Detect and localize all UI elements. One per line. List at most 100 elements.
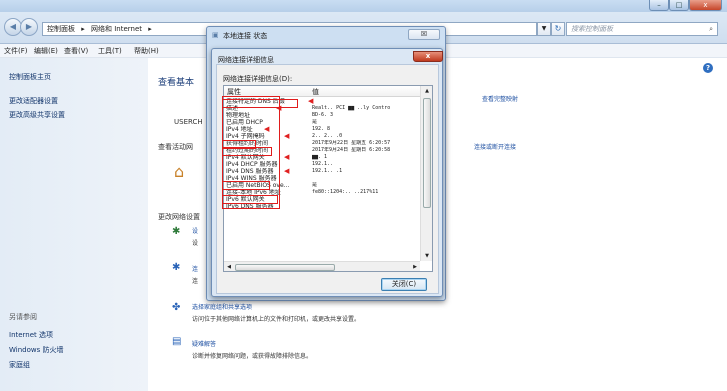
setup-connection-desc: 设 [192,240,199,247]
address-dropdown-button[interactable]: ▼ [537,22,551,36]
refresh-button[interactable]: ↻ [551,22,565,36]
sidebar-link-home[interactable]: 控制面板主页 [9,72,51,82]
see-also-title: 另请参阅 [9,313,37,321]
network-details-dialog: 网络连接详细信息 x 网络连接详细信息(D): 属性 值 连接特定的 DNS 后… [211,48,443,297]
table-row[interactable]: 租约过期的时间 2017年9月24日 星期日 6:20:58 [224,147,420,154]
connect-disconnect-link[interactable]: 连接或断开连接 [474,142,516,151]
homegroup-sharing-link[interactable]: 选择家庭组和共享选项 [192,302,252,311]
details-list[interactable]: 属性 值 连接特定的 DNS 后缀 ◀ 描述 Realt.. PCI ▆▆ ..ly … [223,85,433,272]
status-dialog-close-button[interactable]: ☒ [408,29,440,40]
computer-name: USERCH [174,118,203,126]
maximize-button[interactable]: □ [669,0,689,11]
callout-arrow-icon: ◀ [276,104,282,112]
table-row[interactable]: 连接-本地 IPv6 地址 fe80::1204:.. ..217%11 [224,189,420,196]
table-row[interactable]: 已启用 DHCP 是 [224,119,420,126]
table-row[interactable]: IPv4 WINS 服务器 [224,175,420,182]
row-property: 连接-本地 IPv6 地址 [226,189,281,196]
chevron-down-icon: ▼ [541,25,547,32]
row-value: 2017年9月24日 星期日 6:20:58 [312,147,391,153]
row-value: 是 [312,182,318,188]
sidebar-link-internet-options[interactable]: Internet 选项 [9,330,53,340]
network-adapter-icon: ▣ [212,31,219,39]
sidebar: 控制面板主页 更改适配器设置 更改高级共享设置 另请参阅 Internet 选项… [0,58,148,391]
scroll-left-icon[interactable]: ◀ [224,262,234,271]
search-icon[interactable]: ⌕ [709,23,713,35]
details-dialog-body: 网络连接详细信息(D): 属性 值 连接特定的 DNS 后缀 ◀ 描述 Realt..… [216,64,439,294]
homegroup-sharing-desc: 访问位于其他网络计算机上的文件和打印机，或更改共享设置。 [192,316,361,323]
vertical-scroll-thumb[interactable] [423,98,431,208]
title-bar[interactable]: – □ x [0,0,727,12]
breadcrumb-separator-icon[interactable]: ▸ [148,25,152,33]
homegroup-icon: ✤ [172,302,181,313]
menu-tools[interactable]: 工具(T) [98,46,122,56]
menu-file[interactable]: 文件(F) [4,46,28,56]
connect-network-link[interactable]: 连 [192,264,198,273]
breadcrumb-network-internet[interactable]: 网络和 Internet [91,25,142,33]
troubleshoot-icon: ▤ [172,336,182,347]
menu-help[interactable]: 帮助(H) [134,46,159,56]
table-row[interactable]: IPv4 子网掩码 2.. 2.. .0 ◀ [224,132,420,141]
search-placeholder: 搜索控制面板 [571,25,613,33]
table-row[interactable]: 连接特定的 DNS 后缀 ◀ [224,97,420,106]
details-list-label: 网络连接详细信息(D): [223,75,293,83]
row-property: IPv6 默认网关 [226,196,265,203]
sidebar-link-advanced-sharing[interactable]: 更改高级共享设置 [9,110,65,120]
troubleshoot-link[interactable]: 疑难解答 [192,339,216,348]
connect-network-desc: 连 [192,278,199,285]
row-property: 已启用 NetBIOS ove... [226,182,290,189]
table-row[interactable]: IPv4 DNS 服务器 192.1.. .1 ◀ [224,168,420,176]
details-dialog-close-button[interactable]: x [413,51,443,62]
horizontal-scrollbar[interactable]: ◀ ▶ [224,261,420,271]
network-home-icon: ⌂ [174,162,185,181]
table-row[interactable]: IPv4 地址 192. 8 ◀ [224,125,420,134]
help-icon[interactable]: ? [703,63,713,73]
row-property: IPv4 WINS 服务器 [226,175,277,182]
row-property: IPv4 DHCP 服务器 [226,161,278,168]
view-full-map-link[interactable]: 查看完整映射 [482,94,518,103]
minimize-button[interactable]: – [649,0,669,11]
breadcrumb-separator-icon[interactable]: ▸ [81,25,85,33]
row-value: 是 [312,119,318,125]
menu-edit[interactable]: 编辑(E) [34,46,58,56]
row-value: fe80::1204:.. ..217%11 [312,189,379,195]
table-row[interactable]: IPv6 DNS 服务器 [224,203,420,210]
setup-connection-link[interactable]: 设 [192,226,198,235]
sidebar-link-firewall[interactable]: Windows 防火墙 [9,345,63,355]
horizontal-scroll-thumb[interactable] [235,264,335,271]
table-row[interactable]: IPv4 默认网关 ▆▆. 1 ◀ [224,154,420,162]
table-row[interactable]: 已启用 NetBIOS ove... 是 [224,182,420,189]
row-value: 192.1.. [312,161,334,167]
table-row[interactable]: IPv4 DHCP 服务器 192.1.. [224,161,420,168]
refresh-icon: ↻ [554,24,562,33]
close-button[interactable]: 关闭(C) [381,278,427,291]
forward-arrow-icon: ▶ [25,22,33,31]
change-settings-label: 更改网络设置 [158,213,200,221]
troubleshoot-desc: 诊断并修复网络问题，或获得故障排除信息。 [192,353,313,360]
menu-view[interactable]: 查看(V) [64,46,88,56]
callout-arrow-icon: ◀ [264,125,270,133]
page-title: 查看基本 [158,78,195,88]
search-input[interactable]: 搜索控制面板 ⌕ [566,22,718,36]
scroll-right-icon[interactable]: ▶ [410,262,420,271]
table-row[interactable]: 描述 Realt.. PCI ▆▆ ..ly Contro ◀ [224,104,420,113]
column-header-property[interactable]: 属性 [227,87,241,97]
scroll-down-icon[interactable]: ▼ [421,251,432,261]
column-header-value[interactable]: 值 [312,87,319,97]
row-value: Realt.. PCI ▆▆ ..ly Contro [312,105,391,111]
back-arrow-icon: ◀ [9,22,17,31]
sidebar-link-homegroup[interactable]: 家庭组 [9,360,30,370]
table-row[interactable]: IPv6 默认网关 [224,196,420,203]
row-property: 描述 [226,105,239,112]
vertical-scrollbar[interactable]: ▲ ▼ [420,86,432,261]
table-row[interactable]: 获得租约的时间 2017年9月22日 星期五 6:20:57 [224,140,420,147]
scroll-up-icon[interactable]: ▲ [421,86,432,96]
row-property: IPv4 子网掩码 [226,133,265,140]
window-close-button[interactable]: x [689,0,722,11]
breadcrumb-control-panel[interactable]: 控制面板 [47,25,75,33]
sidebar-link-adapter-settings[interactable]: 更改适配器设置 [9,96,58,106]
forward-button[interactable]: ▶ [20,18,38,36]
callout-arrow-icon: ◀ [308,97,314,105]
callout-arrow-icon: ◀ [284,132,290,140]
row-value: 192. 8 [312,126,331,132]
table-row[interactable]: 物理地址 BD-6. 3 [224,112,420,119]
